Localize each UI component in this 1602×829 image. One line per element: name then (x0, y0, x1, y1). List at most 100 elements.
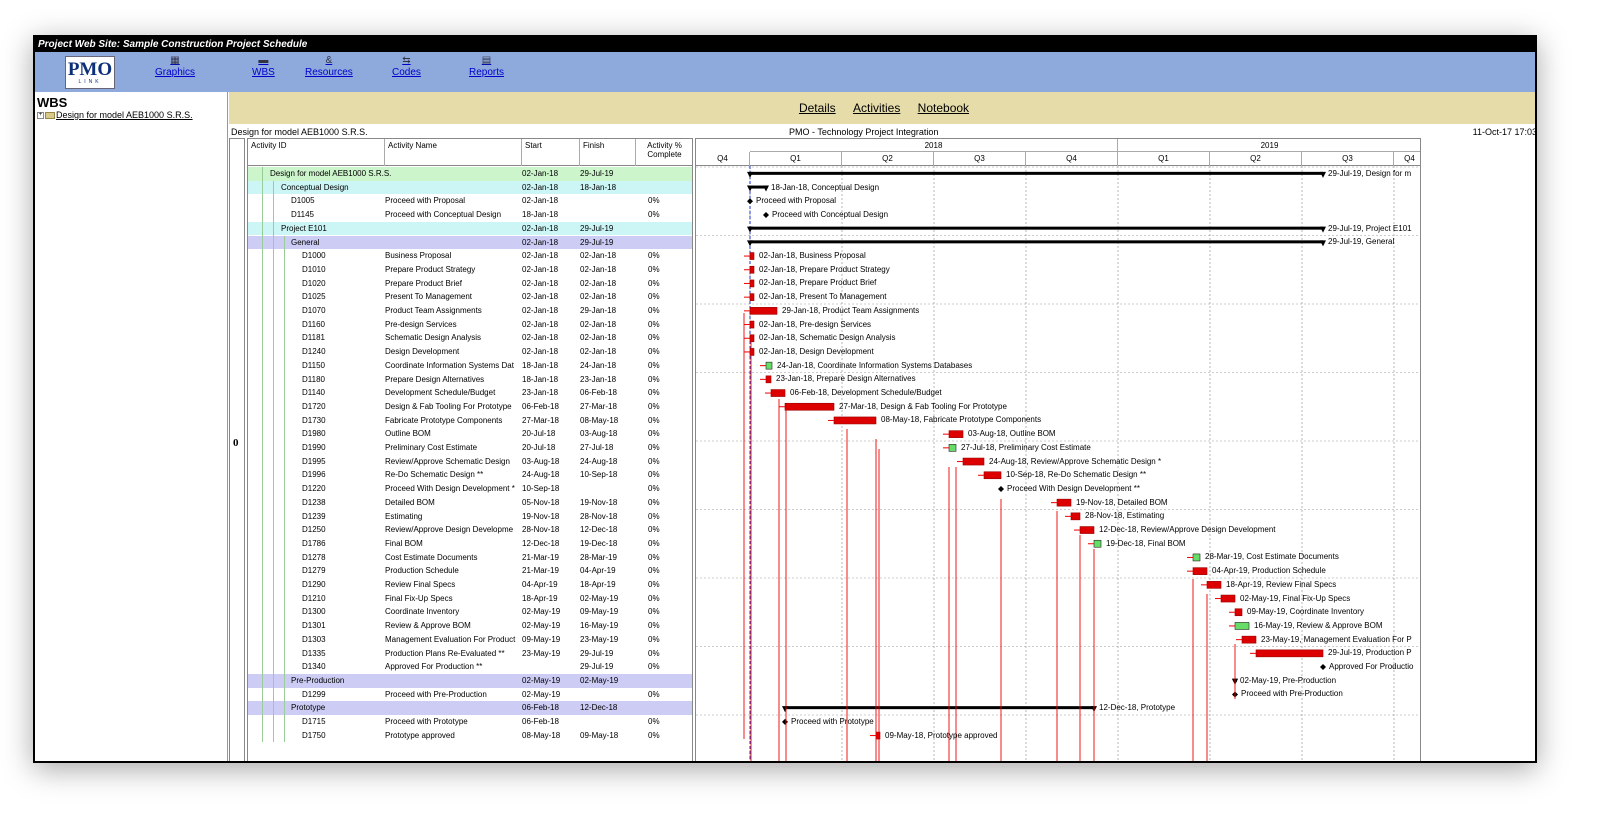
summary-bar (750, 226, 1323, 230)
cell-activity-name: Proceed with Proposal (385, 196, 466, 206)
cell-activity-id: Project E101 (281, 223, 327, 233)
cell-activity-name: Product Team Assignments (385, 306, 482, 315)
table-row[interactable]: D1010 Prepare Product Strategy 02-Jan-18 02… (248, 262, 692, 277)
cell-start: 02-Jan-18 (522, 196, 559, 206)
tab-activities[interactable]: Activities (853, 101, 900, 115)
reports-icon: ▤ (481, 55, 492, 66)
wbs-tree-node[interactable]: + Design for model AEB1000 S.R.S. (35, 110, 227, 120)
table-row[interactable]: D1239 Estimating 19-Nov-18 28-Nov-18 0% (248, 509, 692, 524)
cell-finish: 04-Apr-19 (580, 566, 616, 576)
table-row[interactable]: D1278 Cost Estimate Documents 21-Mar-19 28-… (248, 550, 692, 565)
pmo-logo[interactable]: PMO LINK (65, 56, 115, 89)
col-finish[interactable]: Finish (580, 139, 636, 166)
table-row[interactable]: D1145 Proceed with Conceptual Design 18-Ja… (248, 208, 692, 222)
cell-activity-id: D1786 (302, 538, 326, 548)
cell-start: 03-Aug-18 (522, 456, 560, 466)
table-row[interactable]: General 02-Jan-18 29-Jul-19 (248, 235, 692, 250)
nav-graphics[interactable]: ▦ Graphics (155, 55, 195, 78)
tab-notebook[interactable]: Notebook (918, 101, 969, 115)
table-row[interactable]: D1160 Pre-design Services 02-Jan-18 02-Jan-… (248, 317, 692, 332)
bar-label: 02-Jan-18, Business Proposal (759, 251, 866, 261)
table-row[interactable]: D1715 Proceed with Prototype 06-Feb-18 0% (248, 715, 692, 729)
cell-activity-id: D1720 (302, 401, 326, 411)
table-row[interactable]: D1996 Re-Do Schematic Design ** 24-Aug-18 1… (248, 468, 692, 483)
table-row[interactable]: D1335 Production Plans Re-Evaluated ** 23-… (248, 646, 692, 661)
table-row[interactable]: D1238 Detailed BOM 05-Nov-18 19-Nov-18 0% (248, 495, 692, 510)
cell-activity-id: D1715 (302, 717, 326, 726)
table-row[interactable]: D1000 Business Proposal 02-Jan-18 02-Jan-18… (248, 249, 692, 263)
col-pct-complete[interactable]: Activity % Complete (636, 139, 692, 166)
table-row[interactable]: Pre-Production 02-May-19 02-May-19 (248, 673, 692, 688)
activity-bar (749, 293, 755, 301)
cell-pct-complete: 0% (648, 347, 660, 357)
table-row[interactable]: D1720 Design & Fab Tooling For Prototype 0… (248, 399, 692, 414)
table-row[interactable]: D1250 Review/Approve Design Developme 28-N… (248, 523, 692, 537)
cell-activity-id: D1220 (302, 484, 326, 494)
cell-finish: 29-Jul-19 (580, 169, 614, 178)
table-row[interactable]: D1290 Review Final Specs 04-Apr-19 18-Apr-1… (248, 578, 692, 592)
table-row[interactable]: D1730 Fabricate Prototype Components 27-Ma… (248, 413, 692, 428)
table-row[interactable]: D1990 Preliminary Cost Estimate 20-Jul-18 2… (248, 441, 692, 455)
activity-bar (765, 375, 772, 384)
cell-start: 23-May-19 (522, 648, 561, 658)
activity-bar (1206, 581, 1222, 589)
table-row[interactable]: D1750 Prototype approved 08-May-18 09-May-1… (248, 728, 692, 743)
col-activity-name[interactable]: Activity Name (385, 139, 522, 166)
cell-activity-id: D1250 (302, 525, 326, 535)
activity-bar (962, 457, 985, 466)
activity-bar (749, 265, 755, 274)
cell-finish: 19-Nov-18 (580, 497, 618, 507)
cell-activity-name: Review Final Specs (385, 580, 456, 589)
nav-codes[interactable]: ⇆ Codes (392, 55, 421, 78)
table-row[interactable]: D1279 Production Schedule 21-Mar-19 04-Apr-… (248, 564, 692, 578)
nav-resources[interactable]: & Resources (305, 55, 353, 78)
cell-activity-id: D1010 (302, 264, 326, 274)
cell-start: 02-May-19 (522, 607, 561, 617)
table-row[interactable]: D1299 Proceed with Pre-Production 02-May-1… (248, 687, 692, 702)
table-row[interactable]: D1020 Prepare Product Brief 02-Jan-18 02-Ja… (248, 276, 692, 291)
cell-activity-id: D1020 (302, 278, 326, 288)
table-row[interactable]: D1995 Review/Approve Schematic Design 03-A… (248, 454, 692, 469)
cell-finish: 02-Jan-18 (580, 292, 617, 302)
wbs-node-label[interactable]: Design for model AEB1000 S.R.S. (56, 110, 193, 120)
wbs-icon: ▬ (258, 55, 269, 66)
cell-pct-complete: 0% (648, 552, 660, 562)
table-row[interactable]: D1340 Approved For Production ** 29-Jul-19… (248, 660, 692, 674)
table-row[interactable]: D1300 Coordinate Inventory 02-May-19 09-May… (248, 605, 692, 620)
cell-activity-id: D1000 (302, 251, 326, 261)
table-row[interactable]: D1220 Proceed With Design Development * 10… (248, 482, 692, 496)
tab-details[interactable]: Details (799, 101, 836, 115)
table-row[interactable]: D1005 Proceed with Proposal 02-Jan-18 0% (248, 194, 692, 209)
table-row[interactable]: Design for model AEB1000 S.R.S. 02-Jan-18… (248, 167, 692, 181)
cell-pct-complete: 0% (648, 662, 660, 672)
table-row[interactable]: D1301 Review & Approve BOM 02-May-19 16-May… (248, 619, 692, 633)
cell-finish: 02-May-19 (580, 593, 619, 603)
cell-start: 20-Jul-18 (522, 429, 556, 439)
table-row[interactable]: D1303 Management Evaluation For Product 09… (248, 632, 692, 647)
cell-pct-complete: 0% (648, 593, 660, 603)
bar-label: 23-May-19, Management Evaluation For P (1261, 634, 1412, 644)
bar-label: 03-Aug-18, Outline BOM (968, 429, 1056, 439)
cell-activity-id: D1239 (302, 511, 326, 521)
expand-toggle-icon[interactable]: + (37, 112, 44, 120)
table-row[interactable]: D1181 Schematic Design Analysis 02-Jan-18 0… (248, 331, 692, 346)
table-row[interactable]: D1150 Coordinate Information Systems Dat 1… (248, 358, 692, 373)
table-row[interactable]: D1070 Product Team Assignments 02-Jan-18 29… (248, 304, 692, 318)
table-row[interactable]: D1025 Present To Management 02-Jan-18 02-Ja… (248, 290, 692, 304)
table-row[interactable]: D1210 Final Fix-Up Specs 18-Apr-19 02-May-1… (248, 591, 692, 606)
nav-reports[interactable]: ▤ Reports (469, 55, 504, 78)
bar-label: 18-Jan-18, Conceptual Design (771, 182, 880, 192)
table-row[interactable]: Project E101 02-Jan-18 29-Jul-19 (248, 221, 692, 236)
table-row[interactable]: D1180 Prepare Design Alternatives 18-Jan-1… (248, 372, 692, 387)
table-row[interactable]: D1786 Final BOM 12-Dec-18 19-Dec-18 0% (248, 536, 692, 551)
table-row[interactable]: D1240 Design Development 02-Jan-18 02-Jan-1… (248, 345, 692, 359)
table-row[interactable]: Conceptual Design 02-Jan-18 18-Jan-18 (248, 180, 692, 195)
col-start[interactable]: Start (522, 139, 580, 166)
col-activity-id[interactable]: Activity ID (248, 139, 385, 166)
table-row[interactable]: D1140 Development Schedule/Budget 23-Jan-1… (248, 386, 692, 400)
table-row[interactable]: D1980 Outline BOM 20-Jul-18 03-Aug-18 0% (248, 427, 692, 441)
table-row[interactable]: Prototype 06-Feb-18 12-Dec-18 (248, 701, 692, 715)
cell-activity-name: Present To Management (385, 292, 473, 302)
cell-pct-complete: 0% (648, 717, 660, 726)
nav-wbs[interactable]: ▬ WBS (252, 55, 275, 78)
